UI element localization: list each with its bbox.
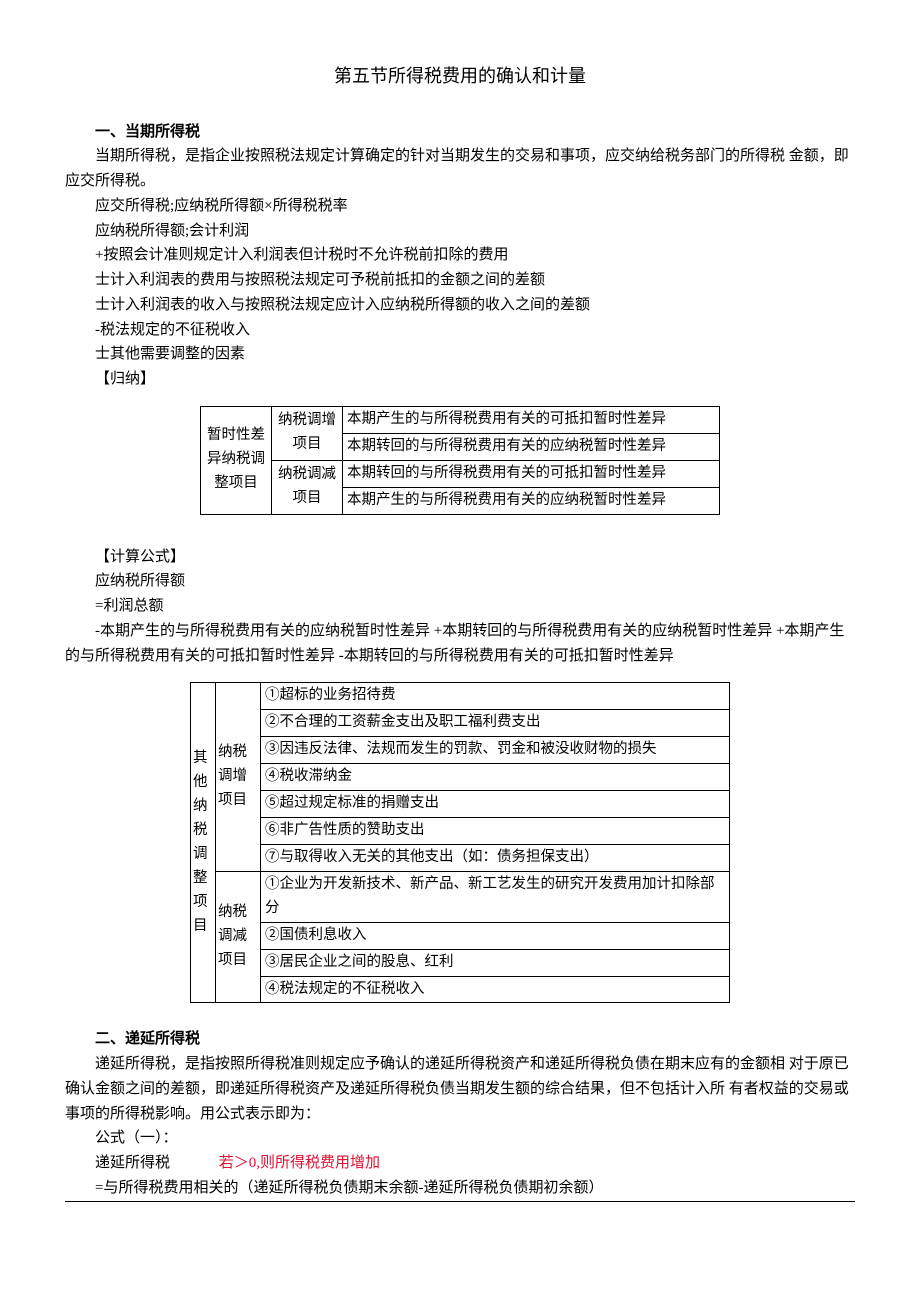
section-1-heading: 一、当期所得税 [65, 120, 855, 145]
calc-l1: 应纳税所得额 [65, 569, 855, 594]
t2-g1r6: ⑥非广告性质的赞助支出 [261, 818, 730, 845]
calc-l2: =利润总额 [65, 594, 855, 619]
t1-r3: 本期转回的与所得税费用有关的可抵扣暂时性差异 [343, 460, 720, 487]
t2-g1r1: ①超标的业务招待费 [261, 683, 730, 710]
s1-l5: 士计入利润表的收入与按照税法规定应计入应纳税所得额的收入之间的差额 [65, 293, 855, 318]
t1-r1: 本期产生的与所得税费用有关的可抵扣暂时性差异 [343, 406, 720, 433]
s2-p1: 递延所得税，是指按照所得税准则规定应予确认的递延所得税资产和递延所得税负债在期末… [65, 1052, 855, 1126]
t2-g1r3: ③因违反法律、法规而发生的罚款、罚金和被没收财物的损失 [261, 737, 730, 764]
calc-heading: 【计算公式】 [65, 545, 855, 570]
s1-l2: 应纳税所得额;会计利润 [65, 219, 855, 244]
t2-g2r2: ②国债利息收入 [261, 922, 730, 949]
s2-l2: 递延所得税 若＞0,则所得税费用增加 [65, 1151, 855, 1176]
t1-g1: 纳税调增项目 [272, 406, 343, 460]
t2-g2r3: ③居民企业之间的股息、红利 [261, 949, 730, 976]
t2-g2r4: ④税法规定的不征税收入 [261, 976, 730, 1003]
calc-l3: -本期产生的与所得税费用有关的应纳税暂时性差异 +本期转回的与所得税费用有关的应… [65, 619, 855, 669]
t2-g2r1: ①企业为开发新技术、新产品、新工艺发生的研究开发费用加计扣除部分 [261, 871, 730, 922]
s1-l3: +按照会计准则规定计入利润表但计税时不允许税前扣除的费用 [65, 243, 855, 268]
t1-r2: 本期转回的与所得税费用有关的应纳税暂时性差异 [343, 433, 720, 460]
s1-l4: 士计入利润表的费用与按照税法规定可予税前抵扣的金额之间的差额 [65, 268, 855, 293]
s1-l7: 士其他需要调整的因素 [65, 342, 855, 367]
t2-col1: 其他纳税调整项目 [191, 683, 216, 1003]
s1-l8: 【归纳】 [65, 367, 855, 392]
s2-l2a: 递延所得税 [95, 1155, 170, 1171]
t1-col1: 暂时性差异纳税调整项目 [201, 406, 272, 514]
t2-g1r7: ⑦与取得收入无关的其他支出（如：债务担保支出） [261, 844, 730, 871]
s1-p1: 当期所得税，是指企业按照税法规定计算确定的针对当期发生的交易和事项，应交纳给税务… [65, 144, 855, 194]
other-adjust-table: 其他纳税调整项目 纳税调增项目 ①超标的业务招待费 ②不合理的工资薪金支出及职工… [190, 682, 730, 1003]
t2-g1r5: ⑤超过规定标准的捐赠支出 [261, 791, 730, 818]
s1-l1: 应交所得税;应纳税所得额×所得税税率 [65, 194, 855, 219]
summary-table: 暂时性差异纳税调整项目 纳税调增项目 本期产生的与所得税费用有关的可抵扣暂时性差… [200, 406, 720, 515]
section-2-heading: 二、递延所得税 [65, 1027, 855, 1052]
t2-g1: 纳税调增项目 [216, 683, 261, 871]
s1-l6: -税法规定的不征税收入 [65, 318, 855, 343]
t2-g1r4: ④税收滞纳金 [261, 764, 730, 791]
s2-l3: =与所得税费用相关的（递延所得税负债期末余额-递延所得税负债期初余额） [65, 1176, 855, 1202]
page-title: 第五节所得税费用的确认和计量 [65, 62, 855, 92]
s2-l1: 公式（一）： [65, 1126, 855, 1151]
t2-g1r2: ②不合理的工资薪金支出及职工福利费支出 [261, 710, 730, 737]
t1-g2: 纳税调减项目 [272, 460, 343, 514]
s2-l2b-red-note: 若＞0,则所得税费用增加 [219, 1155, 380, 1171]
t2-g2: 纳税调减项目 [216, 871, 261, 1003]
t1-r4: 本期产生的与所得税费用有关的应纳税暂时性差异 [343, 487, 720, 514]
